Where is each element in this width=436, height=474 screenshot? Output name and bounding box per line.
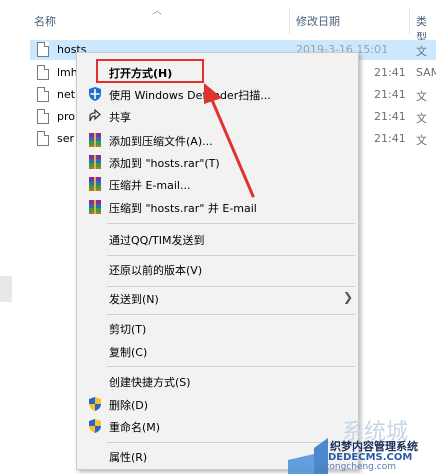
- watermark-line3: xitongcheng.com: [318, 462, 396, 472]
- annotation-arrow: [204, 83, 255, 198]
